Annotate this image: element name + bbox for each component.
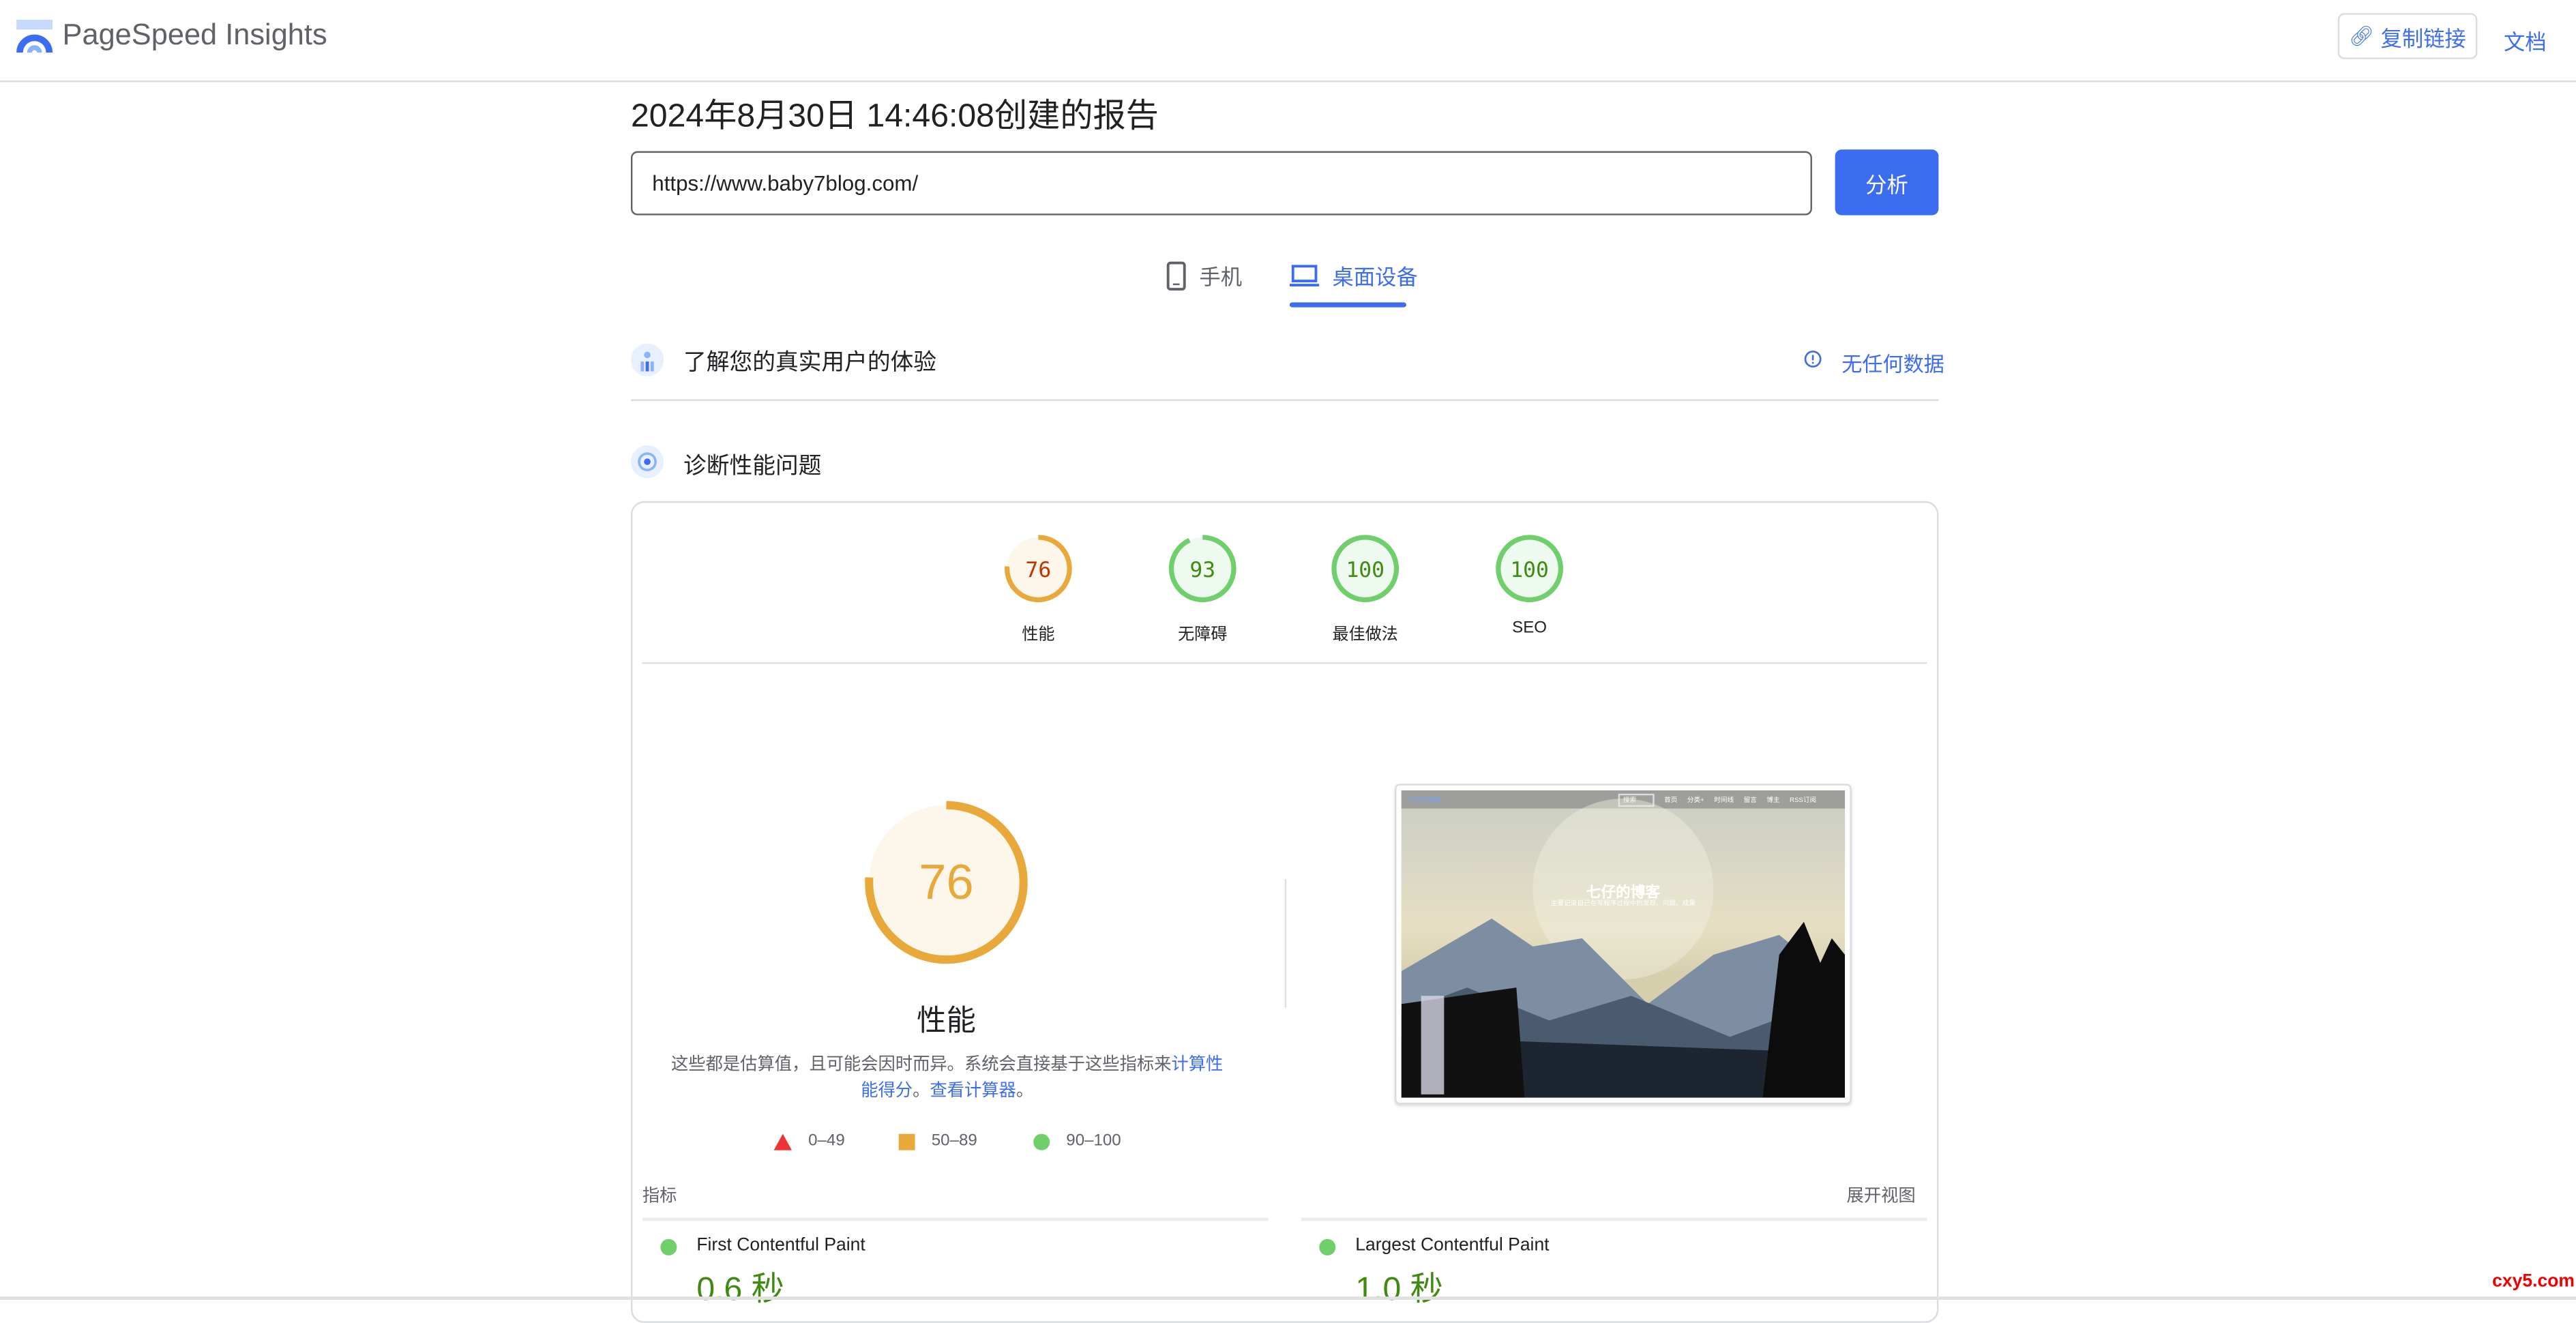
gauge-label: 性能 (1022, 626, 1055, 644)
users-icon (630, 343, 664, 376)
phone-icon (1166, 261, 1186, 290)
gauge-ring: 100 (1496, 535, 1563, 603)
gauge-score: 76 (1026, 558, 1052, 582)
info-icon (1804, 351, 1822, 368)
performance-gauge: 76 (865, 801, 1028, 964)
gauge-ring: 76 (1004, 535, 1072, 603)
active-tab-indicator (1289, 302, 1406, 308)
page: PageSpeed Insights 🔗︎ 复制链接 文档 2024年8月30日… (0, 0, 2576, 1323)
analyze-button[interactable]: 分析 (1835, 149, 1939, 215)
pass-dot-icon (1319, 1238, 1336, 1255)
pass-dot-icon (660, 1238, 677, 1255)
metrics-header: 指标 (642, 1186, 677, 1206)
sep: 。 (913, 1081, 930, 1101)
red-triangle-icon (773, 1133, 793, 1150)
description-text: 这些都是估算值，且可能会因时而异。系统会直接基于这些指标来 (670, 1054, 1172, 1075)
no-data-link[interactable]: 无任何数据 (1841, 346, 1944, 378)
gauge-label: SEO (1512, 619, 1548, 638)
legend-average: 50–89 (898, 1132, 977, 1150)
page-screenshot: 七仔的博客 搜索 首页 分类+ 时间线 留言 博主 RSS订阅 七仔的博客 主要记录自己在… (1401, 790, 1846, 1098)
legend-label: 50–89 (931, 1132, 977, 1150)
divider (642, 662, 1927, 664)
tab-desktop-label: 桌面设备 (1332, 264, 1418, 290)
category-gauge-0[interactable]: 76 性能 (973, 533, 1104, 644)
divider (1284, 879, 1287, 1008)
gauge-score: 100 (1510, 558, 1549, 582)
copy-link-button[interactable]: 🔗︎ 复制链接 (2337, 13, 2478, 59)
performance-label: 性能 (917, 1004, 976, 1037)
metric-name: First Contentful Paint (696, 1236, 865, 1255)
gauge-label: 最佳做法 (1332, 626, 1398, 644)
report-title: 2024年8月30日 14:46:08创建的报告 (630, 98, 1159, 135)
tab-mobile-label: 手机 (1199, 264, 1243, 290)
url-input[interactable]: https://www.baby7blog.com/ (630, 151, 1812, 215)
gauge-ring: 93 (1168, 535, 1237, 603)
end: 。 (1016, 1081, 1034, 1101)
copy-link-label: 复制链接 (2380, 25, 2466, 50)
laptop-icon (1289, 264, 1320, 286)
metric-name: Largest Contentful Paint (1355, 1236, 1550, 1255)
divider (1301, 1217, 1927, 1221)
legend-fail: 0–49 (773, 1132, 845, 1150)
bottom-edge (0, 1296, 2576, 1300)
app-title[interactable]: PageSpeed Insights (63, 18, 327, 53)
page-screenshot-frame: 七仔的博客 搜索 首页 分类+ 时间线 留言 博主 RSS订阅 七仔的博客 主要记录自己在… (1395, 784, 1852, 1105)
category-gauge-2[interactable]: 100 最佳做法 (1299, 533, 1431, 644)
performance-description: 这些都是估算值，且可能会因时而异。系统会直接基于这些指标来计算性能得分。查看计算… (664, 1052, 1230, 1104)
gauge-ring: 100 (1331, 535, 1400, 603)
expand-view-toggle[interactable]: 展开视图 (1824, 1183, 1915, 1208)
metric-value: 1.0 秒 (1355, 1272, 1443, 1309)
category-gauge-3[interactable]: 100 SEO (1464, 533, 1595, 638)
link-icon: 🔗︎ (2349, 25, 2374, 48)
green-circle-icon (1033, 1133, 1050, 1150)
category-gauge-1[interactable]: 93 无障碍 (1137, 533, 1269, 644)
legend-label: 90–100 (1066, 1132, 1121, 1150)
divider (630, 399, 1939, 401)
divider (642, 1217, 1269, 1221)
legend-label: 0–49 (808, 1132, 845, 1150)
mountains-illustration (1401, 918, 1846, 1098)
tab-desktop[interactable]: 桌面设备 (1289, 260, 1418, 291)
legend-pass: 90–100 (1033, 1132, 1121, 1150)
top-bar: PageSpeed Insights 🔗︎ 复制链接 文档 (0, 0, 2576, 83)
watermark: cxy5.com (2492, 1272, 2575, 1292)
gauge-score: 100 (1346, 558, 1385, 582)
gauge-score: 93 (1189, 558, 1215, 582)
orange-square-icon (898, 1133, 915, 1150)
tab-mobile[interactable]: 手机 (1166, 260, 1242, 291)
diagnose-icon (630, 445, 664, 479)
metric-value: 0.6 秒 (696, 1272, 784, 1309)
gauge-label: 无障碍 (1178, 626, 1228, 644)
diagnose-title: 诊断性能问题 (683, 451, 822, 479)
view-calculator-link[interactable]: 查看计算器 (930, 1082, 1016, 1101)
performance-score: 76 (919, 855, 973, 910)
field-data-title: 了解您的真实用户的体验 (683, 348, 937, 375)
pagespeed-logo-icon (16, 19, 53, 53)
docs-link[interactable]: 文档 (2504, 25, 2547, 56)
